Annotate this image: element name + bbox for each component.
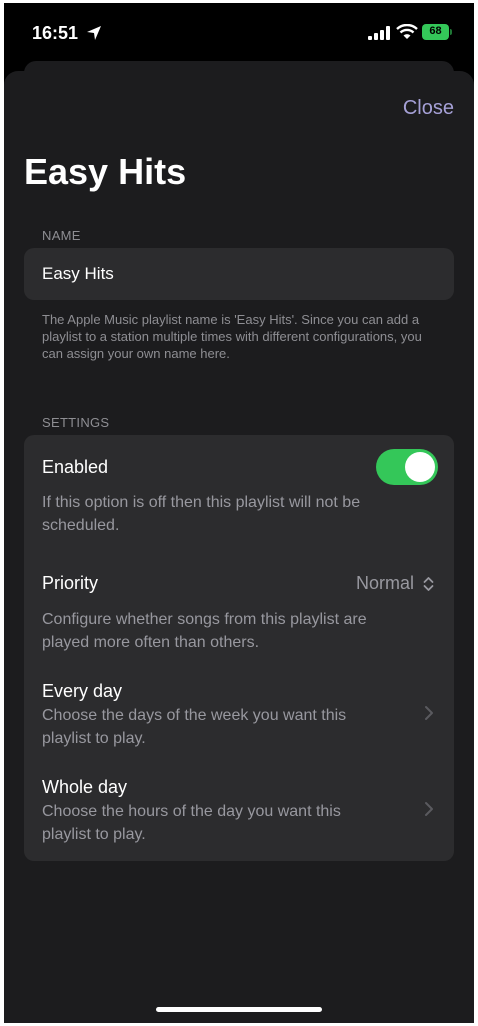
close-button[interactable]: Close — [403, 97, 454, 120]
playlist-settings-sheet: Close Easy Hits NAME Easy Hits The Apple… — [4, 71, 474, 1023]
enabled-toggle[interactable] — [376, 449, 438, 485]
home-indicator[interactable] — [156, 1007, 322, 1012]
priority-label: Priority — [42, 573, 99, 593]
priority-description: Configure whether songs from this playli… — [42, 611, 367, 651]
name-field[interactable]: Easy Hits — [24, 248, 454, 300]
days-label: Every day — [42, 681, 123, 701]
hours-description: Choose the hours of the day you want thi… — [42, 803, 341, 843]
status-bar: 16:51 68 — [4, 3, 474, 61]
section-header-settings: SETTINGS — [42, 415, 110, 430]
section-header-name: NAME — [42, 228, 81, 243]
enabled-description: If this option is off then this playlist… — [42, 494, 361, 534]
cellular-signal-icon — [368, 26, 390, 40]
toggle-knob — [405, 452, 435, 482]
enabled-label: Enabled — [42, 457, 109, 477]
chevron-right-icon — [425, 802, 433, 816]
priority-picker[interactable]: Normal — [356, 573, 434, 594]
location-arrow-icon — [87, 26, 101, 40]
name-footnote: The Apple Music playlist name is 'Easy H… — [42, 312, 422, 361]
chevron-right-icon — [425, 706, 433, 720]
priority-value: Normal — [355, 573, 414, 593]
status-time: 16:51 — [32, 23, 79, 43]
days-description: Choose the days of the week you want thi… — [42, 707, 347, 747]
settings-group: Enabled If this option is off then this … — [24, 435, 454, 861]
phone-screen: 16:51 68 Close Easy Hits NAME Easy Hits — [4, 3, 474, 1023]
wifi-icon — [396, 24, 418, 39]
chevron-up-down-icon — [423, 577, 434, 592]
battery-level: 68 — [429, 25, 442, 37]
hours-label: Whole day — [42, 777, 128, 797]
name-field-value: Easy Hits — [42, 264, 114, 283]
page-title: Easy Hits — [24, 151, 187, 192]
battery-icon: 68 — [422, 24, 452, 40]
